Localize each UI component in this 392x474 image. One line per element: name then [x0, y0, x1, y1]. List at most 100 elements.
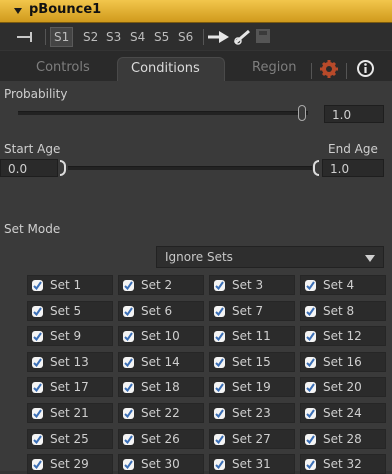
- set-mode-label: Set Mode: [4, 222, 61, 236]
- checkmark-icon: [214, 434, 225, 445]
- end-age-handle[interactable]: [313, 160, 319, 176]
- gear-icon[interactable]: [320, 60, 338, 78]
- checkmark-icon: [305, 434, 316, 445]
- set-checkbox[interactable]: Set 26: [118, 429, 204, 449]
- set-label: Set 31: [232, 457, 271, 471]
- tool-title: pBounce1: [29, 2, 102, 17]
- set-label: Set 25: [50, 432, 89, 446]
- set-checkbox[interactable]: Set 18: [118, 377, 204, 397]
- slot-s1[interactable]: S1: [50, 27, 74, 47]
- set-checkbox[interactable]: Set 16: [300, 352, 386, 372]
- set-checkbox[interactable]: Set 23: [209, 403, 295, 423]
- set-label: Set 11: [232, 329, 271, 343]
- info-icon[interactable]: [356, 59, 375, 78]
- set-checkbox[interactable]: Set 7: [209, 301, 295, 321]
- set-checkbox[interactable]: Set 8: [300, 301, 386, 321]
- set-checkbox[interactable]: Set 25: [27, 429, 113, 449]
- slot-s5[interactable]: S5: [154, 28, 169, 46]
- set-checkbox[interactable]: Set 12: [300, 326, 386, 346]
- pin-icon[interactable]: [17, 31, 37, 43]
- set-label: Set 1: [50, 278, 82, 292]
- set-label: Set 2: [141, 278, 173, 292]
- set-label: Set 10: [141, 329, 180, 343]
- probability-slider-handle[interactable]: [298, 105, 306, 121]
- checkmark-icon: [32, 382, 43, 393]
- checkmark-icon: [305, 459, 316, 470]
- probability-value-field[interactable]: 1.0: [324, 105, 384, 123]
- set-checkbox[interactable]: Set 1: [27, 275, 113, 295]
- tab-bar: Controls Conditions Region: [0, 51, 392, 81]
- set-label: Set 32: [323, 457, 362, 471]
- tab-divider: [346, 63, 347, 79]
- set-label: Set 19: [232, 380, 271, 394]
- tab-controls[interactable]: Controls: [36, 57, 106, 81]
- slot-s6[interactable]: S6: [178, 28, 193, 46]
- set-checkbox[interactable]: Set 30: [118, 454, 204, 474]
- end-age-field[interactable]: 1.0: [322, 159, 384, 177]
- checkmark-icon: [305, 357, 316, 368]
- set-checkbox[interactable]: Set 28: [300, 429, 386, 449]
- start-age-handle[interactable]: [60, 160, 66, 176]
- checkmark-icon: [214, 306, 225, 317]
- toolbar: S1 S2 S3 S4 S5 S6: [0, 23, 392, 50]
- checkmark-icon: [305, 408, 316, 419]
- set-label: Set 13: [50, 355, 89, 369]
- collapse-triangle-icon[interactable]: [14, 8, 22, 14]
- set-label: Set 18: [141, 380, 180, 394]
- checkmark-icon: [32, 306, 43, 317]
- start-age-field[interactable]: 0.0: [0, 159, 58, 177]
- checkmark-icon: [214, 357, 225, 368]
- set-checkbox[interactable]: Set 29: [27, 454, 113, 474]
- set-checkbox[interactable]: Set 21: [27, 403, 113, 423]
- set-checkbox[interactable]: Set 22: [118, 403, 204, 423]
- set-label: Set 22: [141, 406, 180, 420]
- set-label: Set 28: [323, 432, 362, 446]
- set-checkbox[interactable]: Set 20: [300, 377, 386, 397]
- set-checkbox[interactable]: Set 9: [27, 326, 113, 346]
- set-checkbox[interactable]: Set 17: [27, 377, 113, 397]
- set-checkbox[interactable]: Set 13: [27, 352, 113, 372]
- wand-icon[interactable]: [233, 29, 253, 45]
- end-age-label: End Age: [328, 142, 378, 156]
- set-mode-dropdown[interactable]: Ignore Sets: [156, 246, 384, 268]
- set-label: Set 16: [323, 355, 362, 369]
- set-checkbox[interactable]: Set 5: [27, 301, 113, 321]
- set-label: Set 23: [232, 406, 271, 420]
- set-label: Set 20: [323, 380, 362, 394]
- set-checkbox[interactable]: Set 2: [118, 275, 204, 295]
- tab-divider: [311, 63, 312, 79]
- set-checkbox[interactable]: Set 14: [118, 352, 204, 372]
- set-checkbox[interactable]: Set 11: [209, 326, 295, 346]
- age-range-slider-track[interactable]: [68, 166, 312, 170]
- set-checkbox[interactable]: Set 27: [209, 429, 295, 449]
- set-checkbox[interactable]: Set 31: [209, 454, 295, 474]
- tab-conditions[interactable]: Conditions: [117, 57, 225, 81]
- slot-s2[interactable]: S2: [83, 28, 98, 46]
- set-label: Set 6: [141, 304, 173, 318]
- checkmark-icon: [32, 408, 43, 419]
- probability-slider-track[interactable]: [18, 111, 308, 115]
- arrow-right-icon[interactable]: [208, 31, 230, 43]
- set-label: Set 9: [50, 329, 82, 343]
- set-checkbox[interactable]: Set 24: [300, 403, 386, 423]
- set-checkbox[interactable]: Set 6: [118, 301, 204, 321]
- tab-region[interactable]: Region: [252, 57, 302, 81]
- save-icon[interactable]: [256, 29, 270, 43]
- slot-s3[interactable]: S3: [106, 28, 121, 46]
- set-checkbox[interactable]: Set 32: [300, 454, 386, 474]
- checkmark-icon: [123, 408, 134, 419]
- tool-header[interactable]: pBounce1: [0, 0, 392, 23]
- checkmark-icon: [305, 331, 316, 342]
- checkmark-icon: [32, 331, 43, 342]
- set-checkbox[interactable]: Set 10: [118, 326, 204, 346]
- set-checkbox[interactable]: Set 19: [209, 377, 295, 397]
- checkmark-icon: [214, 280, 225, 291]
- set-label: Set 12: [323, 329, 362, 343]
- slot-s4[interactable]: S4: [130, 28, 145, 46]
- set-label: Set 29: [50, 457, 89, 471]
- set-checkbox[interactable]: Set 4: [300, 275, 386, 295]
- set-label: Set 26: [141, 432, 180, 446]
- set-checkbox[interactable]: Set 3: [209, 275, 295, 295]
- set-checkbox[interactable]: Set 15: [209, 352, 295, 372]
- checkmark-icon: [32, 280, 43, 291]
